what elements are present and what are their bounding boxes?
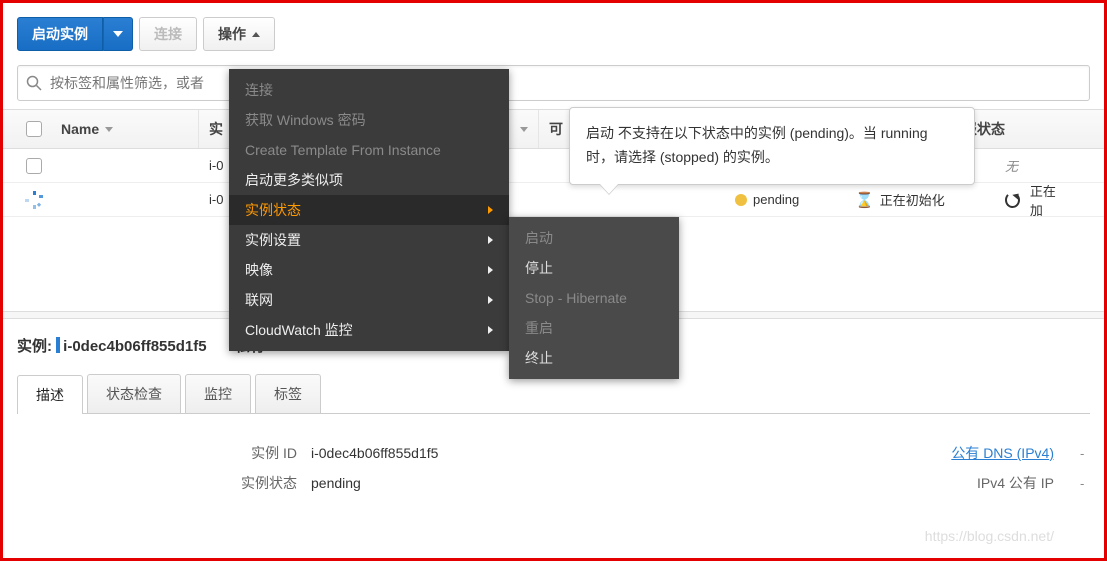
- toolbar: 启动实例 连接 操作: [3, 17, 1104, 65]
- tab-monitoring[interactable]: 监控: [185, 374, 251, 413]
- menu-cloudwatch-label: CloudWatch 监控: [245, 320, 353, 340]
- detail-instance-id: i-0dec4b06ff855d1f5: [63, 338, 206, 355]
- cell-status: ⌛ 正在初始化: [845, 190, 995, 209]
- cell-alarm: 无: [995, 156, 1075, 175]
- cell-state: pending: [725, 192, 845, 207]
- menu-state-label: 实例状态: [245, 200, 301, 220]
- menu-networking[interactable]: 联网: [229, 285, 509, 315]
- header-checkbox-cell: [17, 110, 51, 148]
- submenu-start: 启动: [509, 223, 679, 253]
- col-name[interactable]: Name: [51, 110, 199, 148]
- prop-public-dns-link[interactable]: 公有 DNS (IPv4): [951, 443, 1080, 463]
- cell-alarm: 正在加: [995, 181, 1075, 219]
- submenu-arrow-icon: [488, 266, 493, 274]
- table-row[interactable]: i-0 pending ⌛正在初始化 正在加: [3, 183, 1104, 217]
- prop-state-label: 实例状态: [17, 473, 311, 493]
- launch-instance-button[interactable]: 启动实例: [17, 17, 103, 51]
- menu-connect: 连接: [229, 75, 509, 105]
- menu-settings-label: 实例设置: [245, 230, 301, 250]
- submenu-terminate[interactable]: 终止: [509, 343, 679, 373]
- prop-public-ip-label: IPv4 公有 IP: [977, 473, 1080, 493]
- hourglass-icon: ⌛: [855, 191, 874, 209]
- sort-icon: [520, 127, 528, 132]
- alarm-text: 正在加: [1030, 181, 1065, 219]
- caret-up-icon: [252, 32, 260, 37]
- menu-launch-more[interactable]: 启动更多类似项: [229, 165, 509, 195]
- row-checkbox[interactable]: [26, 158, 42, 174]
- menu-instance-state[interactable]: 实例状态: [229, 195, 509, 225]
- detail-tabs: 描述 状态检查 监控 标签: [17, 374, 1090, 414]
- submenu-arrow-icon: [488, 206, 493, 214]
- select-all-checkbox[interactable]: [26, 121, 42, 137]
- col-name-label: Name: [61, 121, 99, 137]
- col-avail-label: 可: [549, 119, 563, 139]
- prop-id-value: i-0dec4b06ff855d1f5: [311, 445, 438, 461]
- submenu-arrow-icon: [488, 236, 493, 244]
- state-text: pending: [753, 192, 799, 207]
- refresh-icon: [1005, 192, 1020, 208]
- submenu-hibernate: Stop - Hibernate: [509, 283, 679, 313]
- tooltip: 启动 不支持在以下状态中的实例 (pending)。当 running 时，请选…: [569, 107, 975, 185]
- submenu-reboot: 重启: [509, 313, 679, 343]
- submenu-arrow-icon: [488, 296, 493, 304]
- loading-spinner-icon: [25, 191, 43, 209]
- search-bar[interactable]: [17, 65, 1090, 101]
- tab-description[interactable]: 描述: [17, 375, 83, 414]
- submenu-stop[interactable]: 停止: [509, 253, 679, 283]
- actions-dropdown: 连接 获取 Windows 密码 Create Template From In…: [229, 69, 509, 351]
- status-text: 正在初始化: [880, 190, 945, 209]
- tab-status-checks[interactable]: 状态检查: [87, 374, 181, 413]
- caret-down-icon: [113, 31, 123, 37]
- instance-state-submenu: 启动 停止 Stop - Hibernate 重启 终止: [509, 217, 679, 379]
- sort-icon: [105, 127, 113, 132]
- submenu-arrow-icon: [488, 326, 493, 334]
- search-icon: [26, 75, 42, 91]
- menu-cloudwatch[interactable]: CloudWatch 监控: [229, 315, 509, 345]
- tab-tags[interactable]: 标签: [255, 374, 321, 413]
- col-id-label: 实: [209, 119, 223, 139]
- actions-button[interactable]: 操作: [203, 17, 275, 51]
- menu-get-windows-password: 获取 Windows 密码: [229, 105, 509, 135]
- launch-instance-caret-button[interactable]: [103, 17, 133, 51]
- detail-instance-label: 实例:: [17, 338, 52, 355]
- accent-bar-icon: [56, 337, 60, 353]
- menu-image[interactable]: 映像: [229, 255, 509, 285]
- menu-image-label: 映像: [245, 260, 273, 280]
- prop-state-value: pending: [311, 475, 361, 491]
- menu-network-label: 联网: [245, 290, 273, 310]
- search-input[interactable]: [50, 75, 1081, 91]
- properties: 实例 ID i-0dec4b06ff855d1f5 公有 DNS (IPv4) …: [17, 438, 1090, 498]
- prop-id-label: 实例 ID: [17, 443, 311, 463]
- watermark: https://blog.csdn.net/: [925, 528, 1054, 544]
- menu-instance-settings[interactable]: 实例设置: [229, 225, 509, 255]
- state-dot-icon: [735, 194, 747, 206]
- menu-create-template: Create Template From Instance: [229, 135, 509, 165]
- actions-label: 操作: [218, 24, 246, 44]
- connect-button: 连接: [139, 17, 197, 51]
